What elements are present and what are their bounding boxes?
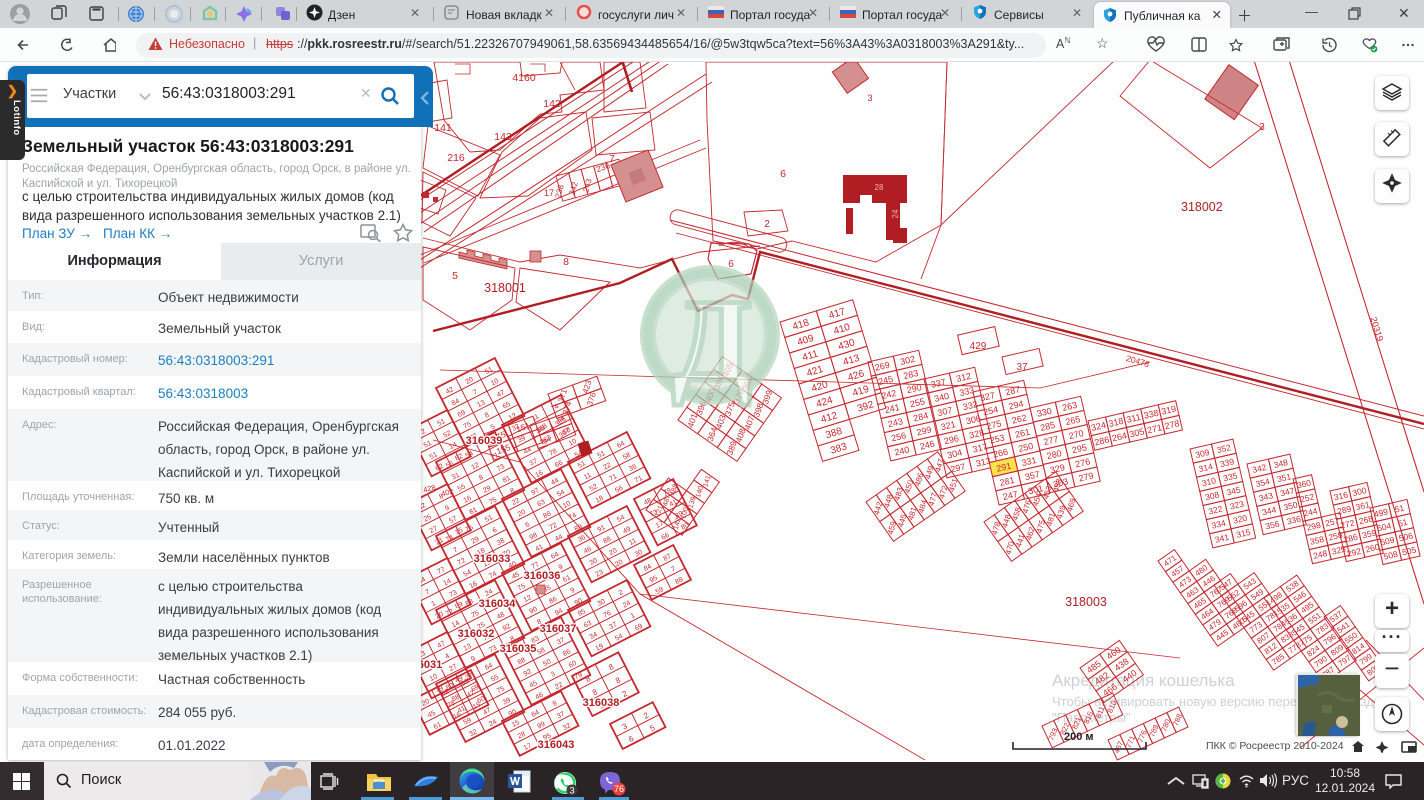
svg-text:316038: 316038 bbox=[583, 697, 620, 709]
svg-text:318002: 318002 bbox=[1181, 200, 1223, 214]
svg-text:Д: Д bbox=[671, 275, 752, 406]
svg-text:8: 8 bbox=[563, 256, 569, 268]
svg-text:Акредитация кошелька: Акредитация кошелька bbox=[1052, 671, 1235, 690]
svg-text:6: 6 bbox=[780, 168, 786, 180]
svg-text:316034: 316034 bbox=[479, 598, 517, 610]
svg-text:76: 76 bbox=[614, 784, 624, 794]
svg-text:24: 24 bbox=[891, 209, 900, 218]
svg-text:7: 7 bbox=[609, 154, 615, 165]
svg-text:318003: 318003 bbox=[1065, 595, 1107, 609]
svg-text:318001: 318001 bbox=[484, 281, 526, 295]
svg-text:316043: 316043 bbox=[538, 739, 575, 751]
svg-text:316036: 316036 bbox=[524, 570, 561, 582]
svg-text:4160: 4160 bbox=[512, 72, 536, 84]
svg-text:2: 2 bbox=[764, 219, 770, 230]
svg-text:216: 216 bbox=[447, 152, 465, 164]
svg-text:429: 429 bbox=[970, 341, 987, 352]
svg-text:3: 3 bbox=[569, 786, 574, 797]
svg-text:316035: 316035 bbox=[500, 643, 537, 655]
svg-text:316033: 316033 bbox=[474, 553, 511, 565]
svg-text:37: 37 bbox=[1016, 362, 1028, 373]
svg-text:3: 3 bbox=[867, 93, 872, 103]
svg-text:28: 28 bbox=[875, 183, 884, 192]
svg-text:316032: 316032 bbox=[458, 628, 495, 640]
svg-text:17: 17 bbox=[544, 188, 554, 198]
svg-text:316037: 316037 bbox=[540, 623, 577, 635]
svg-text:141: 141 bbox=[434, 122, 452, 134]
svg-text:5: 5 bbox=[452, 270, 458, 282]
svg-text:3: 3 bbox=[1259, 122, 1265, 133]
svg-text:316039: 316039 bbox=[466, 435, 503, 447]
